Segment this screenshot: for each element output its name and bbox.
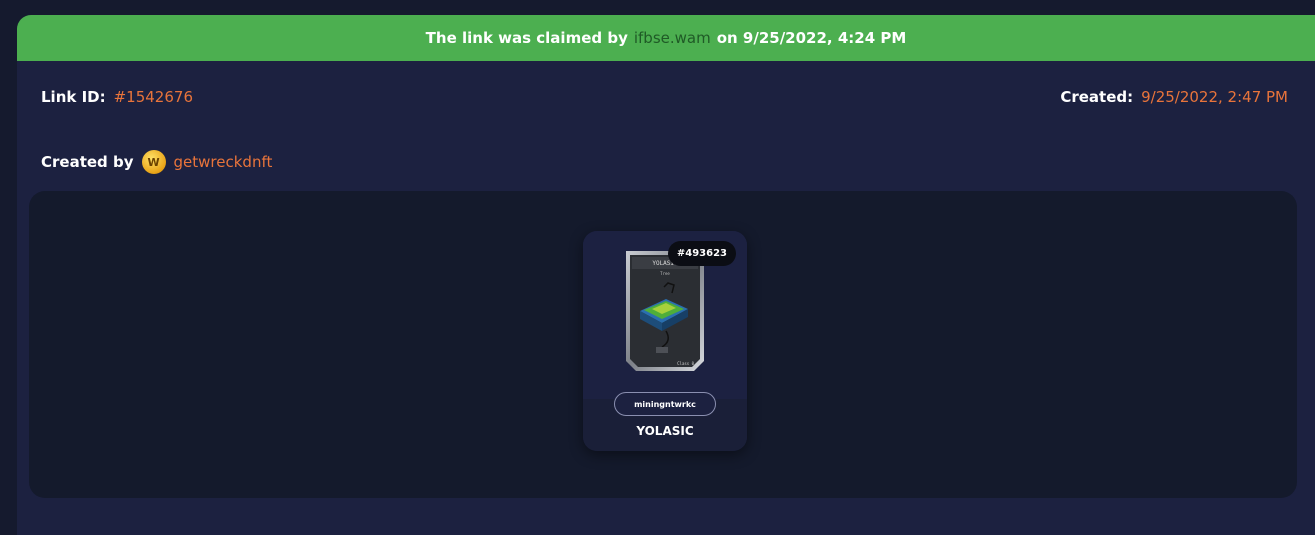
- asset-id-badge: #493623: [667, 241, 736, 266]
- banner-suffix: on 9/25/2022, 4:24 PM: [716, 29, 907, 47]
- nft-image-subtitle: Tree: [660, 271, 670, 276]
- nft-name: YOLASIC: [636, 424, 694, 438]
- claimed-banner: The link was claimed by ifbse.wam on 9/2…: [17, 15, 1315, 61]
- owner-pill[interactable]: miningntwrkc: [614, 392, 716, 416]
- link-id-value: #1542676: [113, 88, 193, 106]
- banner-prefix: The link was claimed by: [425, 29, 628, 47]
- banner-claimer[interactable]: ifbse.wam: [634, 29, 711, 47]
- link-details-panel: The link was claimed by ifbse.wam on 9/2…: [17, 15, 1315, 535]
- created-row: Created: 9/25/2022, 2:47 PM: [1060, 88, 1288, 106]
- creator-row: Created by W getwreckdnft: [41, 150, 272, 174]
- nft-image-footer: Class 0: [677, 361, 694, 366]
- creator-name[interactable]: getwreckdnft: [174, 153, 273, 171]
- nft-image[interactable]: YOLASIC Tree Class 0: [622, 249, 708, 373]
- link-id-label: Link ID:: [41, 88, 106, 106]
- nft-card[interactable]: YOLASIC Tree Class 0 #493623 miningntwrk…: [583, 231, 747, 451]
- created-label: Created:: [1060, 88, 1134, 106]
- creator-label: Created by: [41, 153, 134, 171]
- assets-container: YOLASIC Tree Class 0 #493623 miningntwrk…: [29, 191, 1297, 498]
- link-id-row: Link ID: #1542676: [41, 88, 193, 106]
- created-value: 9/25/2022, 2:47 PM: [1141, 88, 1288, 106]
- wax-coin-icon: W: [141, 150, 166, 174]
